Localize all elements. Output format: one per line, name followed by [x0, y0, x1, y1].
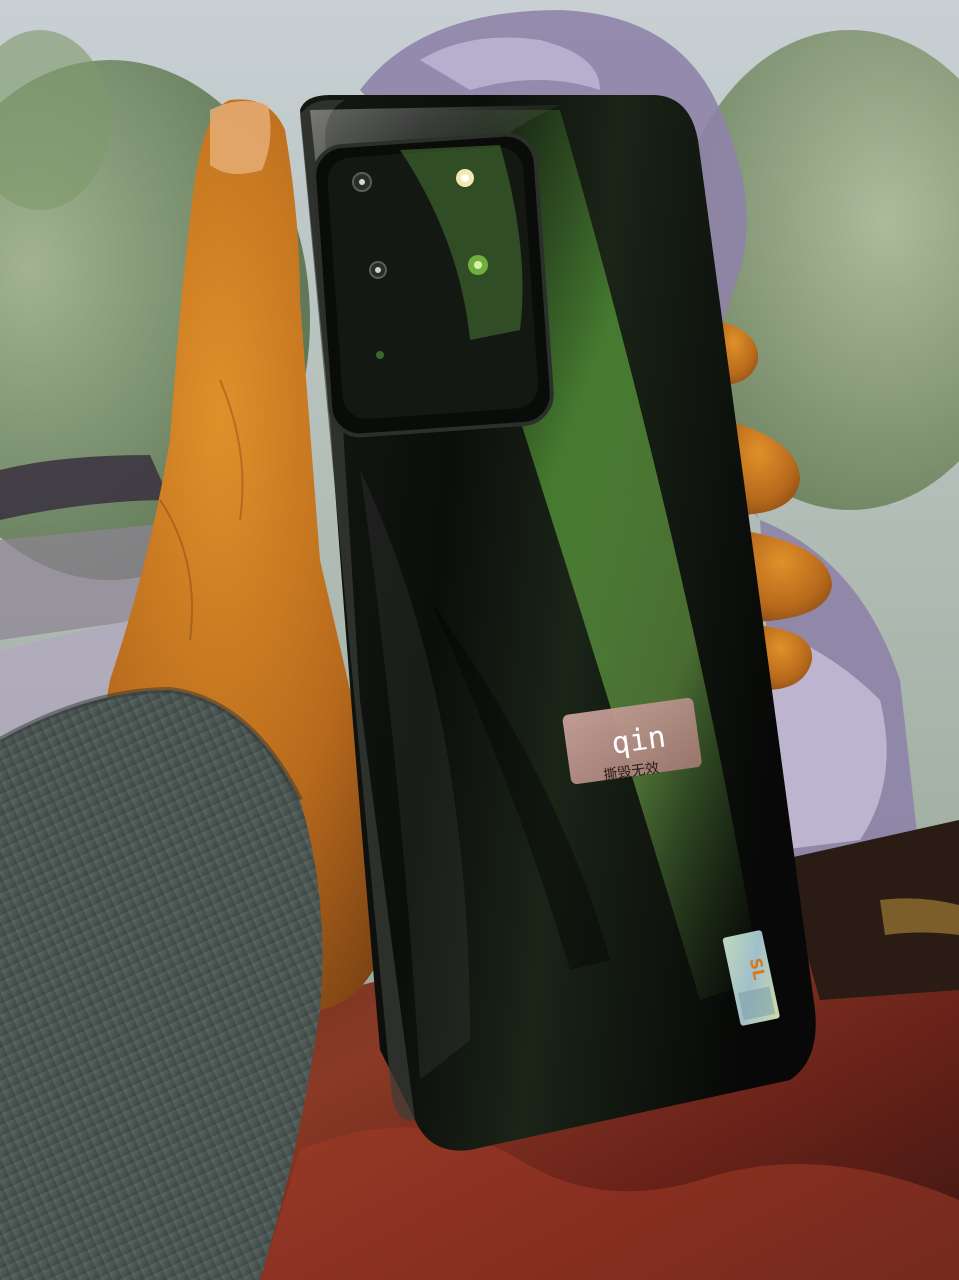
sweater-sleeve: [0, 690, 323, 1280]
sticker-brand: qin: [609, 719, 668, 761]
photo-canvas: qin 撕毁无效 SL: [0, 0, 959, 1280]
photo-scene: qin 撕毁无效 SL: [0, 0, 959, 1280]
